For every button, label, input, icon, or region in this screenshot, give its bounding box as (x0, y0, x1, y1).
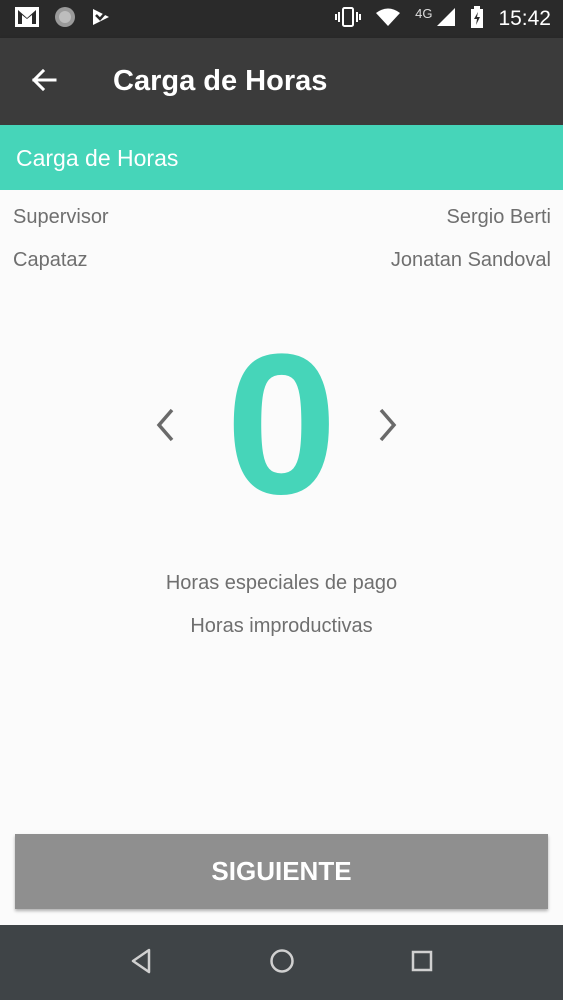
back-button[interactable] (22, 60, 66, 104)
info-label: Capataz (13, 249, 88, 271)
triangle-back-icon (129, 948, 153, 979)
nav-back-button[interactable] (121, 943, 161, 983)
hours-value: 0 (225, 313, 338, 536)
vibrate-icon (335, 6, 362, 33)
info-value: Jonatan Sandoval (390, 249, 551, 271)
network-type: 4G (415, 5, 433, 21)
option-horas-improductivas[interactable]: Horas improductivas (0, 615, 563, 638)
increment-button[interactable] (366, 405, 410, 449)
app-bar-title: Carga de Horas (113, 65, 328, 97)
info-label: Supervisor (13, 206, 109, 228)
circle-notification-icon (54, 6, 76, 33)
navigation-bar (0, 925, 563, 1000)
chevron-right-icon (377, 407, 399, 448)
notification-icons (14, 6, 112, 33)
battery-charging-icon (470, 5, 484, 33)
wifi-icon (375, 7, 401, 32)
info-row-supervisor: Supervisor Sergio Berti (13, 206, 551, 236)
next-button[interactable]: SIGUIENTE (15, 834, 548, 909)
circle-home-icon (269, 948, 295, 979)
app-bar: Carga de Horas (0, 38, 563, 125)
arrow-back-icon (31, 68, 57, 97)
nav-home-button[interactable] (262, 943, 302, 983)
status-bar: 4G 15:42 (0, 0, 563, 38)
system-icons: 4G 15:42 (335, 0, 551, 38)
section-title: Carga de Horas (16, 145, 179, 171)
nav-recent-button[interactable] (402, 943, 442, 983)
play-store-icon (90, 6, 112, 33)
option-horas-especiales[interactable]: Horas especiales de pago (0, 572, 563, 595)
info-row-capataz: Capataz Jonatan Sandoval (13, 249, 551, 279)
clock: 15:42 (498, 7, 551, 30)
signal-icon (436, 7, 456, 32)
hours-counter: 0 (0, 313, 563, 536)
section-header: Carga de Horas (0, 125, 563, 190)
square-recent-icon (410, 949, 434, 978)
gmail-icon (14, 6, 40, 33)
info-value: Sergio Berti (446, 206, 552, 228)
